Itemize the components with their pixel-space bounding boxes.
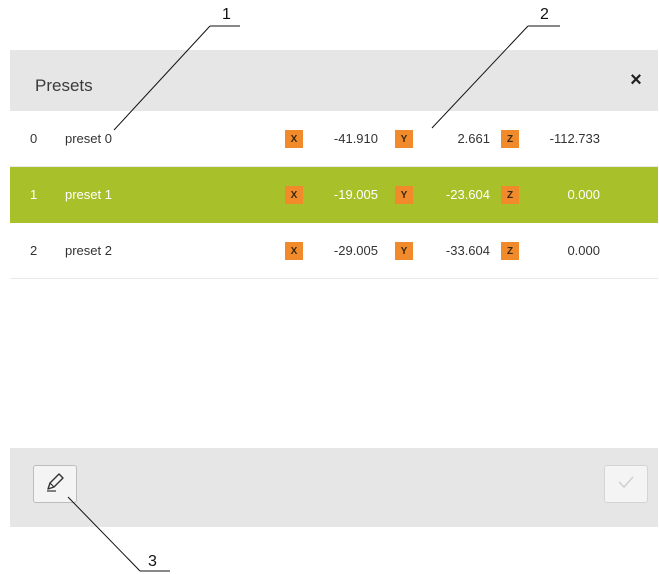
pencil-icon <box>44 471 66 498</box>
preset-index: 0 <box>30 131 38 146</box>
preset-z-value: -112.733 <box>549 131 600 146</box>
edit-button[interactable] <box>33 465 77 503</box>
close-button[interactable]: × <box>624 68 648 92</box>
preset-y-value: -23.604 <box>445 187 490 202</box>
dialog-title: Presets <box>35 76 93 95</box>
x-axis-badge: X <box>285 186 303 204</box>
y-axis-badge: Y <box>395 186 413 204</box>
preset-name: preset 2 <box>65 243 112 258</box>
dialog-footer <box>10 448 658 527</box>
y-axis-badge: Y <box>395 130 413 148</box>
y-axis-badge: Y <box>395 242 413 260</box>
preset-index: 2 <box>30 243 38 258</box>
preset-x-value: -41.910 <box>333 131 378 146</box>
preset-z-value: 0.000 <box>567 243 600 258</box>
preset-y-value: 2.661 <box>457 131 490 146</box>
preset-name: preset 1 <box>65 187 112 202</box>
preset-row-2[interactable]: 2 preset 2 X -29.005 Y -33.604 Z 0.000 <box>10 223 658 279</box>
presets-dialog: Presets × 0 preset 0 X -41.910 Y 2.661 Z… <box>10 50 658 527</box>
preset-z-value: 0.000 <box>567 187 600 202</box>
x-axis-badge: X <box>285 130 303 148</box>
preset-row-0[interactable]: 0 preset 0 X -41.910 Y 2.661 Z -112.733 <box>10 111 658 167</box>
preset-x-value: -29.005 <box>333 243 378 258</box>
dialog-header: Presets × <box>10 50 658 111</box>
z-axis-badge: Z <box>501 130 519 148</box>
callout-2-label: 2 <box>540 6 549 23</box>
x-axis-badge: X <box>285 242 303 260</box>
callout-1-label: 1 <box>222 6 231 23</box>
preset-name: preset 0 <box>65 131 112 146</box>
callout-3-label: 3 <box>148 553 157 570</box>
z-axis-badge: Z <box>501 186 519 204</box>
preset-y-value: -33.604 <box>445 243 490 258</box>
z-axis-badge: Z <box>501 242 519 260</box>
preset-index: 1 <box>30 187 38 202</box>
checkmark-icon <box>615 473 637 496</box>
preset-x-value: -19.005 <box>333 187 378 202</box>
preset-row-1[interactable]: 1 preset 1 X -19.005 Y -23.604 Z 0.000 <box>10 167 658 223</box>
close-icon: × <box>630 68 642 91</box>
confirm-button[interactable] <box>604 465 648 503</box>
